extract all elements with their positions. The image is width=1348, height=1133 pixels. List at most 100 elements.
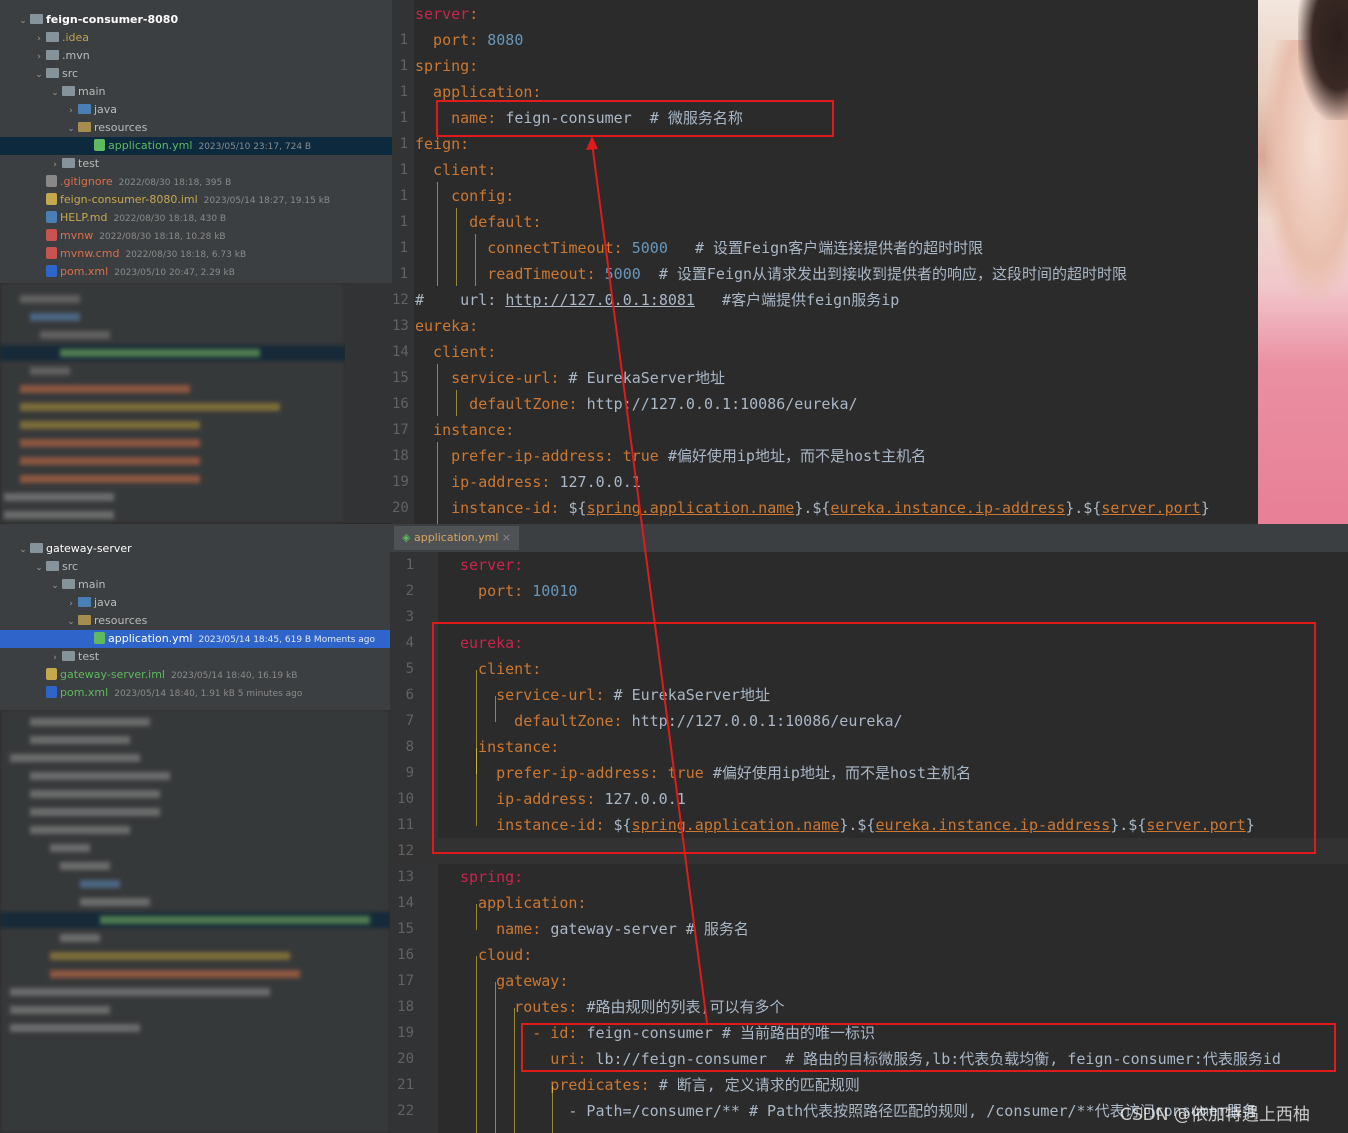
- chevron-right-icon[interactable]: ›: [50, 649, 60, 667]
- code-token: # 设置Feign客户端连接提供者的超时时限: [667, 239, 984, 257]
- tree-item[interactable]: application.yml 2023/05/14 18:45, 619 B M…: [0, 630, 390, 648]
- tree-item[interactable]: › .idea: [0, 29, 392, 47]
- tree-item[interactable]: › .mvn: [0, 47, 392, 65]
- tab-application-yml[interactable]: ◈ application.yml ×: [394, 526, 520, 550]
- code-token: #路由规则的列表,可以有多个: [586, 998, 785, 1016]
- code-line[interactable]: 13 eureka:: [392, 313, 1258, 339]
- line-number: 2: [405, 583, 414, 599]
- code-token: readTimeout:: [415, 265, 605, 283]
- tree-item[interactable]: feign-consumer-8080.iml 2023/05/14 18:27,…: [0, 191, 392, 209]
- code-token: http://127.0.0.1:8081: [505, 291, 695, 309]
- code-line[interactable]: 14 application:: [390, 890, 1348, 916]
- chevron-right-icon[interactable]: ›: [66, 595, 76, 613]
- chevron-right-icon[interactable]: ›: [34, 30, 44, 48]
- code-text: application:: [460, 890, 586, 916]
- tree-item[interactable]: ⌄ src: [0, 65, 392, 83]
- code-token: server:: [460, 556, 524, 574]
- tree-item[interactable]: application.yml 2023/05/10 23:17, 724 B: [0, 137, 392, 155]
- chevron-down-icon[interactable]: ⌄: [34, 559, 44, 577]
- code-line[interactable]: 1 client:: [392, 157, 1258, 183]
- tree-item[interactable]: ⌄ resources: [0, 119, 392, 137]
- code-token: service-url:: [415, 369, 569, 387]
- code-token: }: [1200, 499, 1210, 517]
- code-line[interactable]: 17 gateway:: [390, 968, 1348, 994]
- code-line[interactable]: 2 port: 10010: [390, 578, 1348, 604]
- line-number: 1: [399, 58, 408, 74]
- tree-item[interactable]: pom.xml 2023/05/10 20:47, 2.29 kB: [0, 263, 392, 281]
- tree-item[interactable]: ⌄ resources: [0, 612, 390, 630]
- code-text: cloud:: [460, 942, 532, 968]
- code-line[interactable]: 18 prefer-ip-address: true #偏好使用ip地址，而不是…: [392, 443, 1258, 469]
- close-icon[interactable]: ×: [498, 531, 511, 544]
- code-text: spring:: [460, 864, 523, 890]
- chevron-down-icon[interactable]: ⌄: [18, 541, 28, 559]
- editor-top[interactable]: server: 1 port: 8080 1 spring: 1 application…: [392, 0, 1258, 524]
- tree-item[interactable]: mvnw 2022/08/30 18:18, 10.28 kB: [0, 227, 392, 245]
- folder-icon: [62, 158, 75, 168]
- code-line[interactable]: 16 defaultZone: http://127.0.0.1:10086/e…: [392, 391, 1258, 417]
- code-line[interactable]: 12 # url: http://127.0.0.1:8081 #客户端提供fei…: [392, 287, 1258, 313]
- code-token: predicates:: [460, 1076, 659, 1094]
- line-number: 19: [397, 1025, 414, 1041]
- code-line[interactable]: 1 default:: [392, 209, 1258, 235]
- tree-item-meta: 2022/08/30 18:18, 430 B: [113, 214, 227, 224]
- code-line[interactable]: 1 config:: [392, 183, 1258, 209]
- chevron-right-icon[interactable]: ›: [50, 156, 60, 174]
- chevron-down-icon[interactable]: ⌄: [66, 120, 76, 138]
- tree-item[interactable]: HELP.md 2022/08/30 18:18, 430 B: [0, 209, 392, 227]
- code-token: }.${: [1065, 499, 1102, 517]
- indent-guide: [476, 904, 477, 930]
- tree-item-meta: 2022/08/30 18:18, 6.73 kB: [125, 250, 247, 260]
- code-token: port:: [415, 31, 488, 49]
- tree-item[interactable]: ⌄ src: [0, 558, 390, 576]
- chevron-down-icon[interactable]: ⌄: [50, 577, 60, 595]
- code-line[interactable]: 20 instance-id: ${spring.application.nam…: [392, 495, 1258, 521]
- chevron-down-icon[interactable]: ⌄: [18, 12, 28, 30]
- tree-item[interactable]: › java: [0, 594, 390, 612]
- code-token: 8080: [487, 31, 524, 49]
- code-line[interactable]: 16 cloud:: [390, 942, 1348, 968]
- tree-item-meta: 2023/05/14 18:40, 16.19 kB: [170, 671, 298, 681]
- tree-item[interactable]: ⌄ main: [0, 576, 390, 594]
- tree-item[interactable]: ⌄ main: [0, 83, 392, 101]
- line-number: 21: [397, 1077, 414, 1093]
- code-text: server:: [460, 552, 523, 578]
- code-line[interactable]: 1 server:: [390, 552, 1348, 578]
- code-line[interactable]: 1 port: 8080: [392, 27, 1258, 53]
- code-line[interactable]: 14 client:: [392, 339, 1258, 365]
- line-number: 20: [392, 500, 409, 516]
- tree-item[interactable]: › test: [0, 155, 392, 173]
- tree-item[interactable]: ⌄ feign-consumer-8080: [0, 11, 392, 29]
- tree-item[interactable]: › test: [0, 648, 390, 666]
- code-line[interactable]: 15 name: gateway-server # 服务名: [390, 916, 1348, 942]
- code-line[interactable]: 1 connectTimeout: 5000 # 设置Feign客户端连接提供者…: [392, 235, 1258, 261]
- tree-item-label: pom.xml: [60, 686, 109, 699]
- tree-item[interactable]: ⌄ gateway-server: [0, 540, 390, 558]
- tree-item[interactable]: mvnw.cmd 2022/08/30 18:18, 6.73 kB: [0, 245, 392, 263]
- chevron-down-icon[interactable]: ⌄: [50, 84, 60, 102]
- project-tree-bottom: ⌄ gateway-server ⌄ src ⌄ main › java ⌄ resources a…: [0, 524, 390, 710]
- code-line[interactable]: 21 predicates: # 断言, 定义请求的匹配规则: [390, 1072, 1348, 1098]
- code-line[interactable]: 19 ip-address: 127.0.0.1: [392, 469, 1258, 495]
- chevron-down-icon[interactable]: ⌄: [66, 613, 76, 631]
- code-line[interactable]: 17 instance:: [392, 417, 1258, 443]
- tree-item-label: src: [62, 560, 79, 573]
- code-line[interactable]: 18 routes: #路由规则的列表,可以有多个: [390, 994, 1348, 1020]
- watermark: CSDN @依加特遇上西柚: [1120, 1105, 1310, 1125]
- code-line[interactable]: 13 spring:: [390, 864, 1348, 890]
- code-line[interactable]: server:: [392, 1, 1258, 27]
- chevron-right-icon[interactable]: ›: [66, 102, 76, 120]
- tree-item[interactable]: .gitignore 2022/08/30 18:18, 395 B: [0, 173, 392, 191]
- code-text: client:: [415, 339, 496, 365]
- editor-tab-bar: [390, 524, 1348, 552]
- chevron-down-icon[interactable]: ⌄: [34, 66, 44, 84]
- code-line[interactable]: 15 service-url: # EurekaServer地址: [392, 365, 1258, 391]
- tree-item[interactable]: pom.xml 2023/05/14 18:40, 1.91 kB 5 minut…: [0, 684, 390, 702]
- tree-item[interactable]: gateway-server.iml 2023/05/14 18:40, 16.1…: [0, 666, 390, 684]
- tree-item[interactable]: › java: [0, 101, 392, 119]
- yml-file-icon: ◈: [402, 531, 414, 544]
- code-line[interactable]: 1 spring:: [392, 53, 1258, 79]
- code-line[interactable]: 1 readTimeout: 5000 # 设置Feign从请求发出到接收到提供…: [392, 261, 1258, 287]
- chevron-right-icon[interactable]: ›: [34, 48, 44, 66]
- folder-icon: [62, 86, 75, 96]
